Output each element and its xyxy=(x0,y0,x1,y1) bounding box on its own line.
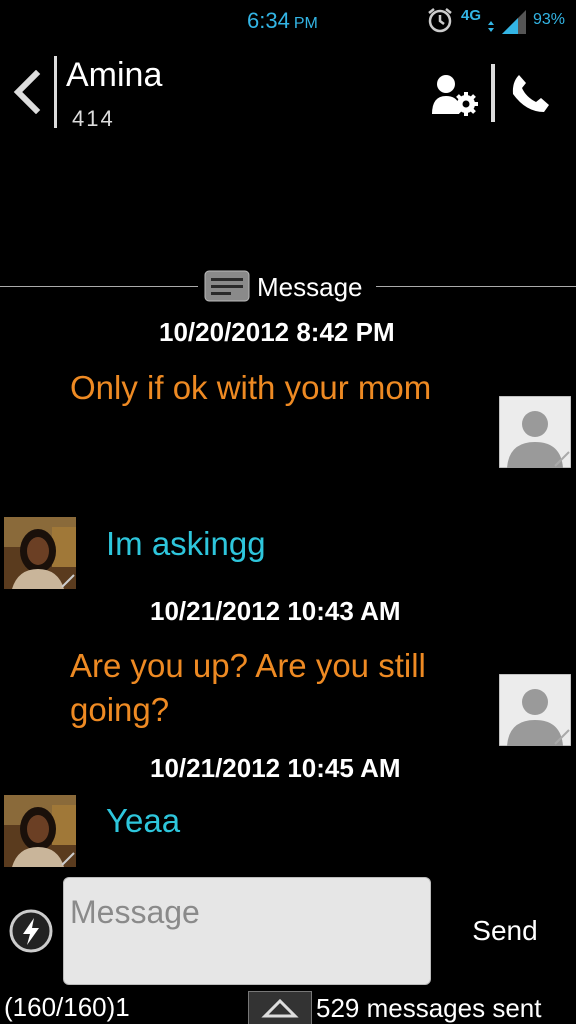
received-message[interactable]: Im askingg xyxy=(106,522,266,566)
messages-sent-count: 529 messages sent xyxy=(316,993,542,1023)
battery-level: 93% xyxy=(533,11,566,28)
network-4g-icon: 4G xyxy=(461,7,494,32)
status-ampm: PM xyxy=(293,15,318,32)
default-avatar-icon xyxy=(499,674,571,746)
separator-line-left xyxy=(0,286,198,287)
network-label: 4G xyxy=(461,7,481,24)
signal-icon xyxy=(502,10,526,34)
status-time-value: 6:34 xyxy=(247,8,290,33)
send-button[interactable]: Send xyxy=(448,900,562,962)
separator-line-right xyxy=(376,286,576,287)
status-bar: 6:34 PM 4G 93% xyxy=(0,0,576,40)
timestamp: 10/20/2012 8:42 PM xyxy=(159,317,395,347)
conversation-screen: 6:34 PM 4G 93% Amina 414 Message 10/20/2… xyxy=(0,0,576,1024)
header-divider xyxy=(54,56,57,128)
status-time: 6:34 PM xyxy=(247,8,318,34)
header-divider-2 xyxy=(491,64,495,122)
quick-action-icon[interactable] xyxy=(8,908,54,954)
received-message[interactable]: Yeaa xyxy=(106,799,180,843)
contact-avatar xyxy=(4,517,76,589)
expand-up-icon xyxy=(261,998,299,1018)
call-icon[interactable] xyxy=(510,72,552,114)
timestamp: 10/21/2012 10:43 AM xyxy=(150,596,401,626)
back-icon[interactable] xyxy=(8,70,44,114)
timestamp: 10/21/2012 10:45 AM xyxy=(150,753,401,783)
default-avatar-icon xyxy=(499,396,571,468)
contact-avatar xyxy=(4,795,76,867)
contact-name: Amina xyxy=(66,56,163,94)
alarm-icon xyxy=(428,8,452,33)
sent-message[interactable]: Are you up? Are you still going? xyxy=(70,644,480,732)
message-input[interactable] xyxy=(63,877,431,985)
contact-number: 414 xyxy=(72,106,115,131)
contact-settings-icon[interactable] xyxy=(430,72,478,116)
separator-label: Message xyxy=(257,272,363,302)
message-icon xyxy=(204,270,250,302)
char-counter: (160/160)1 xyxy=(4,992,130,1022)
expand-up-button[interactable] xyxy=(248,991,312,1024)
sent-message[interactable]: Only if ok with your mom xyxy=(70,366,480,410)
